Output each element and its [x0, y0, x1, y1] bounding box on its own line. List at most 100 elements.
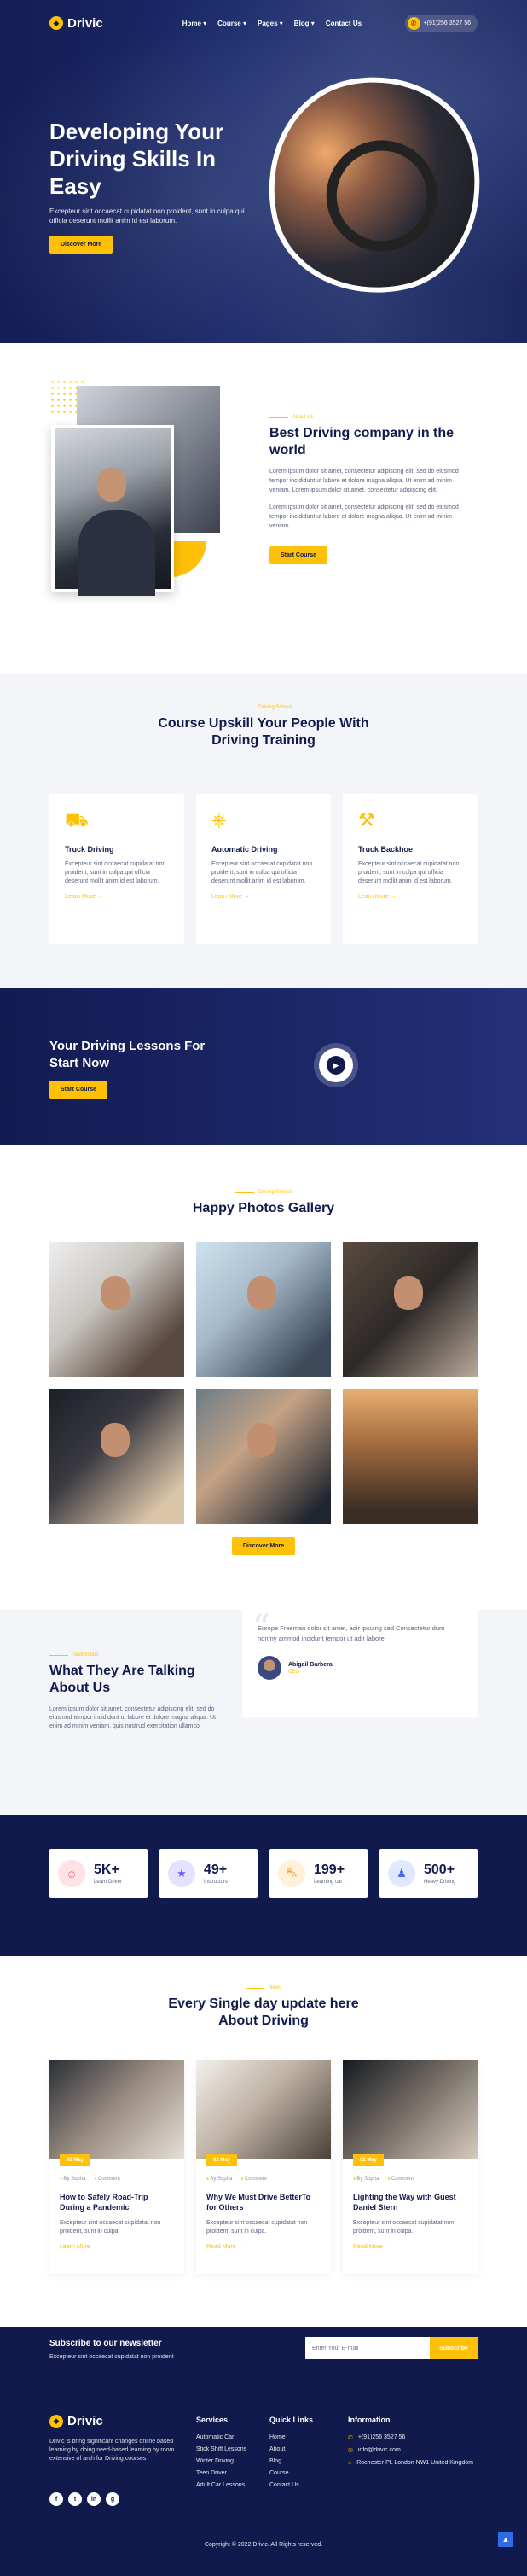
courses-section: Driving School Course Upskill Your Peopl…: [0, 674, 527, 988]
course-card: ⎈ Automatic Driving Excepteur sint occae…: [196, 794, 331, 944]
post-comments[interactable]: Comment: [94, 2177, 120, 2182]
read-more-link[interactable]: Learn More →: [60, 2244, 174, 2250]
car-icon: ⛍: [278, 1860, 305, 1887]
post-comments[interactable]: Comment: [387, 2177, 414, 2182]
learn-more-link[interactable]: Learn More →: [65, 894, 169, 900]
blog-image[interactable]: 02 May: [343, 2060, 478, 2166]
footer-link[interactable]: Course: [269, 2470, 313, 2476]
footer-link[interactable]: About: [269, 2446, 313, 2452]
footer-logo-text: Drivic: [67, 2414, 103, 2428]
driver-figure: [78, 510, 155, 596]
mail-icon: ✉: [348, 2448, 353, 2454]
post-author: By Sopha: [60, 2177, 85, 2182]
gallery-button-wrap: Discover More: [0, 1536, 527, 1555]
gallery-photo[interactable]: [196, 1389, 331, 1524]
post-meta: By Sopha Comment: [353, 2177, 467, 2182]
gallery-photo[interactable]: [343, 1389, 478, 1524]
footer-link[interactable]: Teen Driver: [196, 2470, 246, 2476]
subscribe-button[interactable]: Subscribe: [430, 2337, 478, 2359]
photo-grid: [49, 1242, 478, 1524]
footer-email[interactable]: info@drivic.com: [358, 2447, 401, 2454]
logo-text: Drivic: [67, 15, 103, 31]
copyright-text: Copyright © 2022 Drivic. All Rights rese…: [204, 2542, 323, 2548]
blog-image[interactable]: 02 May: [49, 2060, 184, 2166]
play-video-button[interactable]: ▶: [319, 1048, 353, 1082]
cta-start-course-button[interactable]: Start Course: [49, 1081, 108, 1099]
course-title: Automatic Driving: [211, 845, 278, 854]
newsletter-title: Subscribe to our newsletter: [49, 2339, 162, 2348]
linkedin-icon[interactable]: in: [87, 2492, 101, 2506]
facebook-icon[interactable]: f: [49, 2492, 63, 2506]
gallery-photo[interactable]: [49, 1242, 184, 1377]
blog-image[interactable]: 02 May: [196, 2060, 331, 2166]
read-more-link[interactable]: Read More →: [206, 2244, 321, 2250]
post-author: By Sopha: [353, 2177, 379, 2182]
email-input[interactable]: [305, 2337, 430, 2359]
course-card: ⚒ Truck Backhoe Excepteur sint occaecat …: [343, 794, 478, 944]
menu-item-contact[interactable]: Contact Us: [326, 20, 362, 27]
blog-title: Every Single day update here About Drivi…: [168, 1996, 359, 2028]
driver-face: [97, 468, 126, 502]
post-excerpt: Excepteur sint occaecat cupidatat non pr…: [206, 2220, 308, 2235]
learn-more-link[interactable]: Learn More →: [211, 894, 316, 900]
scroll-to-top-button[interactable]: ▲: [498, 2532, 513, 2547]
footer-link[interactable]: Blog: [269, 2458, 313, 2464]
google-icon[interactable]: g: [106, 2492, 119, 2506]
footer-logo[interactable]: ◆ Drivic: [49, 2414, 103, 2428]
post-excerpt: Excepteur sint occaecat cupidatat non pr…: [353, 2220, 455, 2235]
footer-address: Rochester PL London NW1 United Kingdom: [356, 2460, 473, 2466]
read-more-link[interactable]: Read More →: [353, 2244, 467, 2250]
steering-wheel-graphic: [316, 130, 448, 262]
stat-number: 199+: [314, 1862, 345, 1877]
start-course-button[interactable]: Start Course: [269, 546, 328, 564]
post-title[interactable]: Lighting the Way with Guest Daniel Stern: [353, 2192, 467, 2212]
footer-link[interactable]: Home: [269, 2434, 313, 2440]
post-comments[interactable]: Comment: [240, 2177, 267, 2182]
stat-label: Learn Driver: [94, 1880, 123, 1885]
footer-link[interactable]: Adult Car Lessons: [196, 2482, 246, 2488]
services-title: Services: [196, 2416, 229, 2424]
post-title[interactable]: Why We Must Drive BetterTo for Others: [206, 2192, 321, 2212]
gallery-discover-button[interactable]: Discover More: [231, 1537, 296, 1555]
course-text: Excepteur sint occaecat cupidatat non pr…: [65, 861, 166, 884]
blog-card: 02 May By Sopha Comment How to Safely Roa…: [49, 2060, 184, 2274]
menu-item-blog[interactable]: Blog ▾: [294, 20, 315, 27]
course-text: Excepteur sint occaecat cupidatat non pr…: [358, 861, 460, 884]
courses-heading: Driving School Course Upskill Your Peopl…: [0, 705, 527, 749]
stat-number: 500+: [424, 1862, 455, 1877]
about-image-front: [51, 425, 174, 596]
stat-label: Heavy Driving: [424, 1880, 456, 1885]
person-graphic: [247, 1423, 276, 1457]
post-title[interactable]: How to Safely Road-Trip During a Pandemi…: [60, 2192, 174, 2212]
footer-link[interactable]: Stick Shift Lessons: [196, 2446, 246, 2452]
twitter-icon[interactable]: t: [68, 2492, 82, 2506]
stat-card: ⛍ 199+ Learning car: [269, 1849, 368, 1898]
person-graphic: [101, 1276, 130, 1310]
footer-link[interactable]: Contact Us: [269, 2482, 313, 2488]
menu-item-pages[interactable]: Pages ▾: [258, 20, 283, 27]
gallery-photo[interactable]: [49, 1389, 184, 1524]
gallery-title: Happy Photos Gallery: [192, 1201, 335, 1215]
phone-contact[interactable]: ✆ +(91)256 3527 56: [404, 14, 478, 32]
site-logo[interactable]: ◆ Drivic: [49, 16, 103, 31]
blog-heading: News Every Single day update here About …: [0, 1985, 527, 2030]
stats-row: ☺ 5K+ Learn Driver ★ 49+ Instructors ⛍ 199…: [49, 1849, 478, 1898]
person-icon: ♟: [388, 1860, 415, 1887]
course-card: ⛟ Truck Driving Excepteur sint occaecat …: [49, 794, 184, 944]
menu-item-course[interactable]: Course ▾: [217, 20, 246, 27]
footer-link[interactable]: Automatic Car: [196, 2434, 246, 2440]
person-graphic: [394, 1276, 423, 1310]
footer-link[interactable]: Winter Driving: [196, 2458, 246, 2464]
footer-phone[interactable]: +(91)256 3527 56: [358, 2434, 405, 2441]
menu-item-home[interactable]: Home ▾: [182, 20, 206, 27]
gallery-photo[interactable]: [343, 1242, 478, 1377]
post-author: By Sopha: [206, 2177, 232, 2182]
date-badge: 02 May: [60, 2154, 91, 2166]
hero-text: Excepteur sint occaecat cupidatat non pr…: [49, 207, 245, 224]
stat-number: 49+: [204, 1862, 228, 1877]
gallery-photo[interactable]: [196, 1242, 331, 1377]
learn-more-link[interactable]: Learn More →: [358, 894, 462, 900]
quick-links-title: Quick Links: [269, 2416, 314, 2424]
discover-more-button[interactable]: Discover More: [49, 236, 113, 254]
stat-card: ☺ 5K+ Learn Driver: [49, 1849, 148, 1898]
